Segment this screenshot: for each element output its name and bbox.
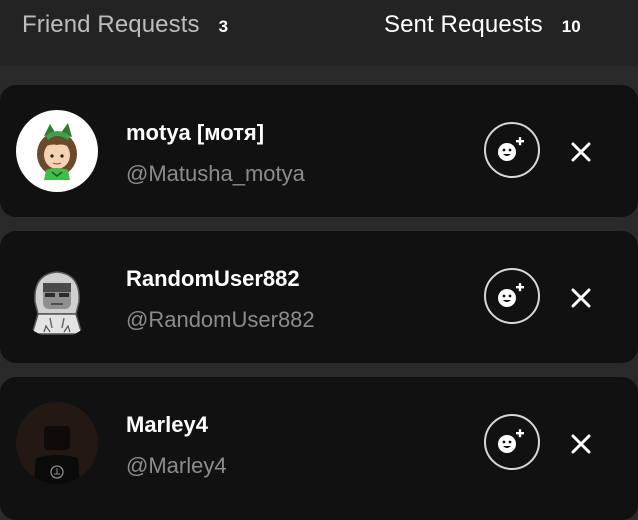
tab-friend-requests[interactable]: Friend Requests 3	[22, 10, 228, 40]
tab-sent-requests[interactable]: Sent Requests 10	[384, 10, 581, 40]
tab-friend-requests-label: Friend Requests	[22, 11, 200, 38]
close-icon	[571, 288, 591, 308]
accept-request-button[interactable]	[484, 122, 540, 178]
avatar-brown-hair-green-accessory-icon	[37, 123, 77, 180]
username: @RandomUser882	[126, 307, 315, 332]
friend-request-card: Marley4 @Marley4	[0, 377, 638, 520]
decline-request-button[interactable]	[568, 431, 594, 457]
username: @Marley4	[126, 453, 227, 478]
tab-sent-requests-label: Sent Requests	[384, 11, 543, 38]
accept-request-button[interactable]	[484, 414, 540, 470]
avatar[interactable]	[16, 110, 98, 192]
accept-request-button[interactable]	[484, 268, 540, 324]
display-name[interactable]: motya [мотя]	[126, 120, 264, 146]
friend-requests-count-badge: 3	[218, 16, 229, 36]
avatar[interactable]	[16, 402, 98, 484]
add-friend-smiley-icon	[498, 283, 524, 307]
add-friend-smiley-icon	[498, 137, 524, 161]
close-icon	[571, 434, 591, 454]
request-tabs: Friend Requests 3 Sent Requests 10	[0, 0, 638, 66]
close-icon	[571, 142, 591, 162]
display-name[interactable]: RandomUser882	[126, 266, 300, 292]
avatar-gray-hoodie-icon	[30, 271, 84, 335]
decline-request-button[interactable]	[568, 139, 594, 165]
decline-request-button[interactable]	[568, 285, 594, 311]
avatar[interactable]	[16, 256, 98, 338]
display-name[interactable]: Marley4	[126, 412, 208, 438]
friend-request-card: RandomUser882 @RandomUser882	[0, 231, 638, 363]
friend-request-card: motya [мотя] @Matusha_motya	[0, 85, 638, 217]
sent-requests-count-badge: 10	[561, 16, 581, 36]
username: @Matusha_motya	[126, 161, 305, 186]
add-friend-smiley-icon	[498, 429, 524, 453]
avatar-dark-hoodie-icon	[16, 402, 98, 484]
